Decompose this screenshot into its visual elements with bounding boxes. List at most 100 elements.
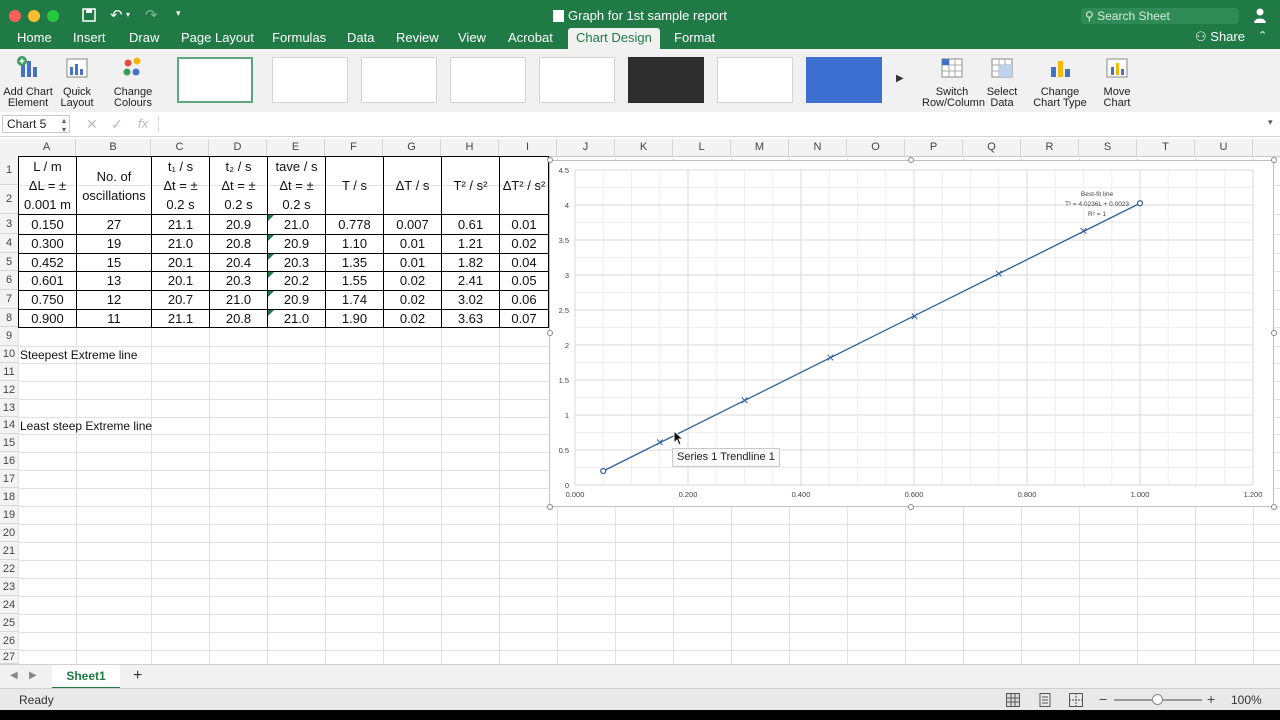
column-header-c[interactable]: C [151,139,209,156]
column-header-f[interactable]: F [325,139,383,156]
column-header-i[interactable]: I [499,139,557,156]
tab-acrobat[interactable]: Acrobat [508,30,553,49]
row-header-18[interactable]: 18 [0,488,18,506]
share-button[interactable]: ⚇ Share [1195,29,1245,45]
chart-style-7[interactable] [717,57,793,103]
previous-sheet-icon[interactable]: ◀ [10,670,18,681]
column-header-j[interactable]: J [557,139,615,156]
tab-home[interactable]: Home [17,30,52,49]
quick-layout-button[interactable]: Quick Layout [56,55,98,109]
trendline-handle[interactable] [1136,200,1144,207]
chart-style-2[interactable] [272,57,348,103]
tab-review[interactable]: Review [396,30,439,49]
tab-formulas[interactable]: Formulas [272,30,326,49]
column-header-a[interactable]: A [18,139,76,156]
page-layout-view-icon[interactable] [1038,693,1052,707]
row-header-25[interactable]: 25 [0,614,18,632]
row-header-15[interactable]: 15 [0,434,18,452]
confirm-icon[interactable]: ✓ [111,116,123,133]
row-header-5[interactable]: 5 [0,253,18,271]
column-header-l[interactable]: L [673,139,731,156]
column-header-u[interactable]: U [1195,139,1253,156]
row-header-7[interactable]: 7 [0,290,18,309]
tab-view[interactable]: View [458,30,486,49]
chart-svg[interactable]: 0.000 0.200 0.400 0.600 0.800 1.000 1.200 0 0.5 1… [550,161,1275,508]
row-header-23[interactable]: 23 [0,578,18,596]
formula-input[interactable] [158,115,1264,133]
row-header-20[interactable]: 20 [0,524,18,542]
column-header-e[interactable]: E [267,139,325,156]
chart-style-8[interactable] [806,57,882,103]
chart-resize-handle[interactable] [1271,157,1277,163]
trendline-handle[interactable] [600,467,607,475]
row-header-6[interactable]: 6 [0,271,18,290]
row-header-16[interactable]: 16 [0,452,18,470]
column-header-n[interactable]: N [789,139,847,156]
chart-style-3[interactable] [361,57,437,103]
row-header-19[interactable]: 19 [0,506,18,524]
search-input[interactable]: ⚲ Search Sheet [1081,8,1239,24]
row-header-2[interactable]: 2 [0,185,18,214]
next-sheet-icon[interactable]: ▶ [29,670,37,681]
zoom-slider-thumb[interactable] [1152,694,1163,705]
switch-row-column-button[interactable]: Switch Row/Column [922,55,985,109]
chart-resize-handle[interactable] [908,504,914,510]
column-header-o[interactable]: O [847,139,905,156]
row-header-24[interactable]: 24 [0,596,18,614]
row-header-4[interactable]: 4 [0,234,18,253]
chart-style-5[interactable] [539,57,615,103]
tab-page-layout[interactable]: Page Layout [181,30,254,49]
add-sheet-button[interactable]: + [133,667,142,685]
insert-function-icon[interactable]: fx [138,116,148,131]
tab-chart-design[interactable]: Chart Design [568,28,660,49]
column-header-d[interactable]: D [209,139,267,156]
chart-resize-handle[interactable] [908,157,914,163]
row-header-27[interactable]: 27 [0,650,18,664]
row-header-8[interactable]: 8 [0,309,18,327]
move-chart-button[interactable]: Move Chart [1100,55,1134,109]
data-point[interactable] [827,354,834,361]
name-box-stepper-icon[interactable]: ▴ ▾ [62,116,66,134]
sheet-tab-sheet1[interactable]: Sheet1 [52,665,120,689]
row-header-13[interactable]: 13 [0,399,18,417]
column-header-b[interactable]: B [76,139,151,156]
column-header-r[interactable]: R [1021,139,1079,156]
cancel-icon[interactable]: ✕ [86,116,98,133]
row-header-3[interactable]: 3 [0,214,18,234]
column-header-m[interactable]: M [731,139,789,156]
chart-resize-handle[interactable] [547,157,553,163]
chart-style-4[interactable] [450,57,526,103]
zoom-level[interactable]: 100% [1231,693,1262,707]
row-header-21[interactable]: 21 [0,542,18,560]
row-header-17[interactable]: 17 [0,470,18,488]
column-header-g[interactable]: G [383,139,441,156]
row-header-14[interactable]: 14 [0,417,18,434]
column-header-p[interactable]: P [905,139,963,156]
tab-insert[interactable]: Insert [73,30,106,49]
collapse-ribbon-icon[interactable]: ⌃ [1258,29,1267,42]
page-break-view-icon[interactable] [1069,693,1083,707]
tab-format[interactable]: Format [674,30,715,49]
chart-style-1[interactable] [177,57,253,103]
column-header-q[interactable]: Q [963,139,1021,156]
expand-formula-bar-icon[interactable]: ▾ [1268,117,1273,128]
column-header-s[interactable]: S [1079,139,1137,156]
chart-style-6[interactable] [628,57,704,103]
zoom-in-button[interactable]: + [1207,691,1215,707]
chart-resize-handle[interactable] [1271,504,1277,510]
change-chart-type-button[interactable]: Change Chart Type [1032,55,1088,109]
tab-data[interactable]: Data [347,30,374,49]
row-header-12[interactable]: 12 [0,381,18,399]
column-header-k[interactable]: K [615,139,673,156]
row-header-1[interactable]: 1 [0,156,18,185]
change-colours-button[interactable]: Change Colours [110,55,156,109]
chart-resize-handle[interactable] [1271,330,1277,336]
account-icon[interactable] [1253,8,1267,23]
chart-resize-handle[interactable] [547,504,553,510]
add-chart-element-button[interactable]: Add Chart Element [2,55,54,109]
more-styles-icon[interactable]: ▶ [896,73,904,84]
column-header-t[interactable]: T [1137,139,1195,156]
select-data-button[interactable]: Select Data [984,55,1020,109]
zoom-out-button[interactable]: − [1099,691,1107,707]
row-header-9[interactable]: 9 [0,327,18,346]
